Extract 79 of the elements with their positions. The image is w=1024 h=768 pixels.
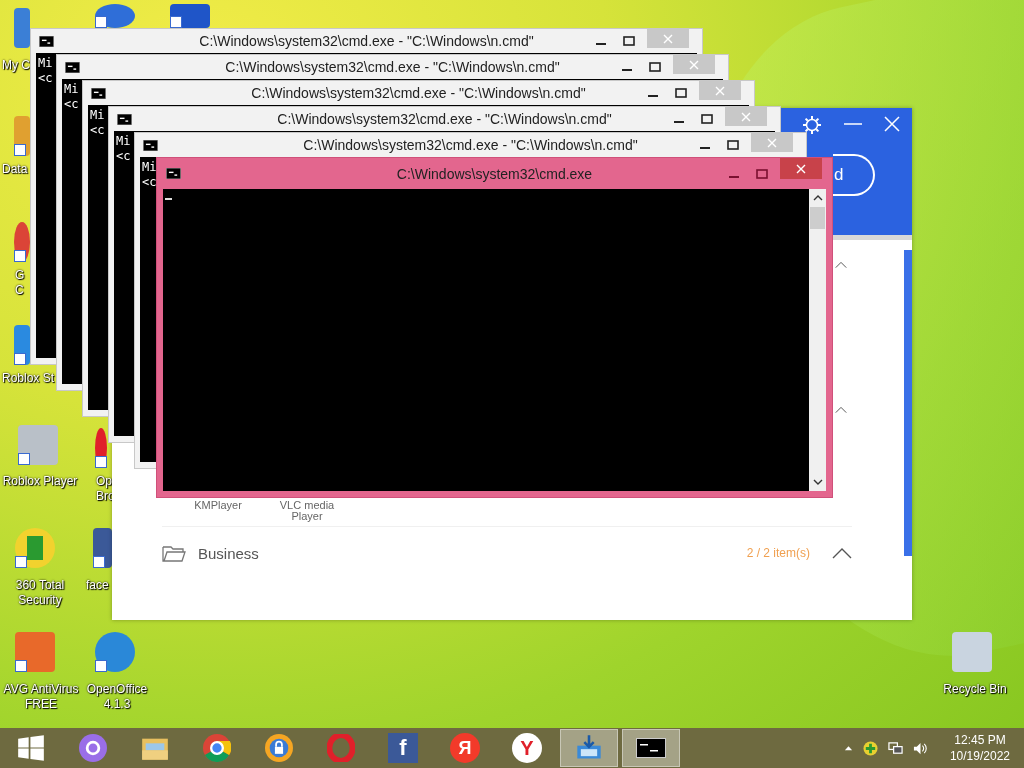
desktop-icon-label[interactable]: face <box>86 578 112 593</box>
desktop-icon-label[interactable]: Data <box>2 162 30 177</box>
clock[interactable]: 12:45 PM 10/19/2022 <box>949 732 1010 764</box>
desktop-icon-label[interactable]: G C <box>15 268 29 298</box>
lock-icon[interactable] <box>265 734 293 762</box>
app-icon[interactable] <box>14 325 30 365</box>
app-icon[interactable] <box>95 632 135 672</box>
app-label[interactable]: VLC media Player <box>272 500 342 522</box>
desktop-icon-label[interactable]: Roblox St <box>2 371 56 386</box>
desktop-icon-label[interactable]: AVG AntiVirus FREE <box>0 682 82 712</box>
console-text: <c <box>90 123 105 138</box>
desktop-icon-label[interactable]: Roblox Player <box>0 474 80 489</box>
console-text: Mi <box>90 108 105 123</box>
scrollbar[interactable] <box>809 189 826 491</box>
caret-up-icon[interactable] <box>843 745 853 751</box>
close-icon[interactable] <box>884 116 900 132</box>
item-count: 2 / 2 item(s) <box>746 546 810 560</box>
window-title: C:\Windows\system32\cmd.exe - "C:\Windows\n.cmd" <box>199 33 534 49</box>
taskbar-button[interactable]: f <box>372 728 434 768</box>
category-name: Business <box>198 544 259 562</box>
app-icon[interactable] <box>15 528 55 568</box>
windows-logo-icon[interactable] <box>17 734 45 762</box>
settings-icon[interactable] <box>802 115 822 135</box>
window-title: C:\Windows\system32\cmd.exe - "C:\Windows\n.cmd" <box>251 85 586 101</box>
circle-logo-icon[interactable] <box>203 734 231 762</box>
app-icon[interactable] <box>93 528 112 568</box>
console-text: <c <box>142 175 157 190</box>
volume-icon[interactable] <box>912 740 928 756</box>
taskbar-button[interactable]: Y <box>496 728 558 768</box>
close-icon[interactable] <box>796 163 806 174</box>
window-title: C:\Windows\system32\cmd.exe - "C:\Windows\n.cmd" <box>277 111 612 127</box>
console-icon[interactable] <box>636 738 666 758</box>
taskbar-button[interactable] <box>622 729 680 767</box>
console-icon <box>91 87 106 99</box>
desktop-icon-label[interactable]: My C <box>2 58 30 73</box>
window-title: C:\Windows\system32\cmd.exe <box>396 165 593 182</box>
app-icon[interactable] <box>14 116 30 156</box>
desktop-icon-label[interactable]: Recycle Bin <box>930 682 1020 697</box>
console-text: <c <box>116 149 131 164</box>
console-icon <box>39 35 54 47</box>
console-icon <box>117 113 132 125</box>
console-text: <c <box>38 71 53 86</box>
console-text: Mi <box>142 160 157 175</box>
clock-date: 10/19/2022 <box>949 748 1010 764</box>
app-icon[interactable] <box>14 222 30 262</box>
app-icon[interactable] <box>170 4 210 28</box>
maximize-icon[interactable] <box>649 61 661 73</box>
plus-icon[interactable] <box>862 740 878 756</box>
maximize-icon[interactable] <box>727 139 739 151</box>
app-icon[interactable] <box>95 428 107 468</box>
app-label[interactable]: KMPlayer <box>186 500 250 511</box>
scroll-down-icon[interactable] <box>812 479 823 485</box>
clock-time: 12:45 PM <box>954 732 1006 748</box>
maximize-icon[interactable] <box>675 87 687 99</box>
desktop-icon-label[interactable]: 360 Total Security <box>0 578 80 608</box>
window-title: C:\Windows\system32\cmd.exe - "C:\Windows\n.cmd" <box>225 59 560 75</box>
app-icon[interactable] <box>95 4 135 28</box>
ring-icon[interactable] <box>79 734 107 762</box>
console-text: Mi <box>116 134 131 149</box>
maximize-icon[interactable] <box>701 113 713 125</box>
app-icon[interactable] <box>18 425 58 465</box>
console-icon <box>166 168 181 179</box>
console-text: Mi <box>38 56 53 71</box>
download-icon[interactable] <box>575 734 603 762</box>
scrollbar-thumb[interactable] <box>904 250 912 556</box>
maximize-icon[interactable] <box>623 35 635 47</box>
app-icon[interactable] <box>15 632 55 672</box>
scrollbar-thumb[interactable] <box>810 207 825 229</box>
folder-icon <box>162 544 186 562</box>
console-text: Mi <box>64 82 79 97</box>
text-cursor <box>165 198 172 200</box>
scroll-up-icon[interactable] <box>812 195 823 201</box>
chevron-icon[interactable] <box>832 547 852 559</box>
window-title: C:\Windows\system32\cmd.exe - "C:\Windows\n.cmd" <box>303 137 638 153</box>
taskbar-button[interactable]: Я <box>434 728 496 768</box>
network-icon[interactable] <box>887 740 903 756</box>
console-text: <c <box>64 97 79 112</box>
console-icon <box>143 139 158 151</box>
console-icon <box>65 61 80 73</box>
